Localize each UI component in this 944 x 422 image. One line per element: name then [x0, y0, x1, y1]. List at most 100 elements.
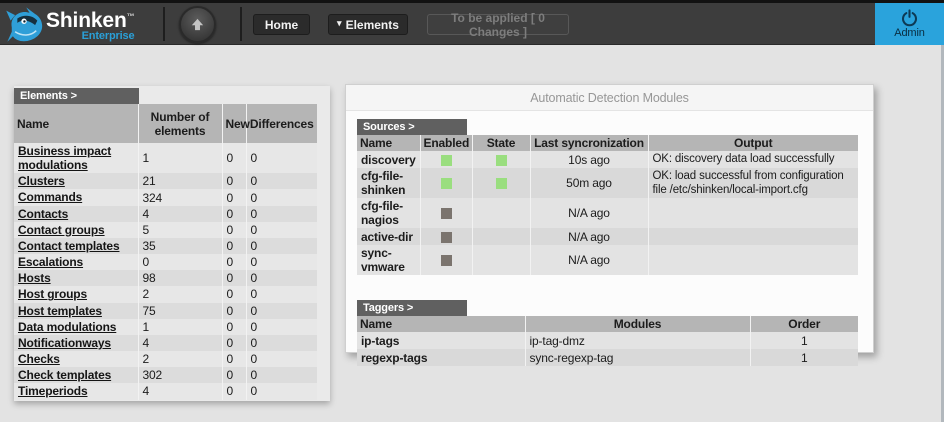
element-link[interactable]: Escalations: [18, 255, 83, 269]
element-link[interactable]: Contact templates: [18, 239, 119, 253]
element-count-cell: 4: [138, 206, 222, 222]
element-count-cell: 302: [138, 367, 222, 383]
power-icon: [900, 9, 919, 27]
element-diff-cell: 0: [246, 254, 317, 270]
scroll-top-button[interactable]: [179, 6, 216, 43]
arrow-up-icon: [189, 16, 206, 33]
element-link[interactable]: Checks: [18, 352, 60, 366]
element-row: Check templates30200: [14, 367, 317, 383]
trademark-symbol: ™: [127, 12, 135, 21]
element-diff-cell: 0: [246, 173, 317, 189]
col-modules: Modules: [525, 316, 750, 332]
element-name-cell: Data modulations: [14, 319, 138, 335]
col-number-of-elements: Number of elements: [138, 104, 222, 143]
element-name-cell: Contact groups: [14, 222, 138, 238]
source-state-cell: [472, 198, 530, 228]
element-link[interactable]: Check templates: [18, 368, 111, 382]
elements-panel-tab[interactable]: Elements >: [14, 88, 139, 104]
element-link[interactable]: Business impact modulations: [18, 144, 111, 172]
source-name-cell: sync-vmware: [357, 245, 420, 275]
source-state-cell: [472, 151, 530, 168]
tagger-order-cell: 1: [750, 332, 858, 349]
element-link[interactable]: Contacts: [18, 207, 68, 221]
element-diff-cell: 0: [246, 367, 317, 383]
logo-text: Shinken™ Enterprise: [46, 6, 135, 42]
status-enabled-icon: [496, 178, 507, 189]
chevron-down-icon: ▾: [337, 18, 342, 29]
element-row: Host groups200: [14, 286, 317, 302]
element-count-cell: 0: [138, 254, 222, 270]
source-output-cell: [648, 245, 858, 275]
element-count-cell: 5: [138, 222, 222, 238]
topbar-divider: [240, 7, 242, 41]
element-diff-cell: 0: [246, 189, 317, 205]
element-count-cell: 4: [138, 335, 222, 351]
taggers-table: Name Modules Order ip-tagsip-tag-dmz1reg…: [357, 316, 858, 366]
element-name-cell: Notificationways: [14, 335, 138, 351]
element-link[interactable]: Hosts: [18, 271, 51, 285]
element-name-cell: Business impact modulations: [14, 143, 138, 173]
sources-tab[interactable]: Sources >: [357, 119, 467, 135]
element-row: Data modulations100: [14, 319, 317, 335]
element-link[interactable]: Notificationways: [18, 336, 111, 350]
element-link[interactable]: Timeperiods: [18, 384, 87, 398]
source-output-cell: OK: load successful from configuration f…: [648, 168, 858, 198]
element-new-cell: 0: [222, 351, 246, 367]
element-new-cell: 0: [222, 254, 246, 270]
element-name-cell: Contacts: [14, 206, 138, 222]
element-name-cell: Commands: [14, 189, 138, 205]
element-link[interactable]: Commands: [18, 190, 82, 204]
source-row: sync-vmwareN/A ago: [357, 245, 858, 275]
status-enabled-icon: [496, 155, 507, 166]
element-new-cell: 0: [222, 286, 246, 302]
tagger-name-cell: regexp-tags: [357, 349, 525, 366]
tagger-order-cell: 1: [750, 349, 858, 366]
col-order: Order: [750, 316, 858, 332]
element-link[interactable]: Host groups: [18, 287, 87, 301]
elements-summary-panel: Elements > Name Number of elements New D…: [14, 86, 330, 401]
element-row: Contacts400: [14, 206, 317, 222]
element-row: Business impact modulations100: [14, 143, 317, 173]
source-row: active-dir N/A ago: [357, 228, 858, 245]
admin-menu-button[interactable]: Admin: [875, 3, 944, 45]
status-disabled-icon: [441, 208, 452, 219]
source-last-sync-cell: 50m ago: [530, 168, 648, 198]
source-name-cell: discovery: [357, 151, 420, 168]
element-link[interactable]: Data modulations: [18, 320, 116, 334]
element-diff-cell: 0: [246, 335, 317, 351]
element-link[interactable]: Contact groups: [18, 223, 105, 237]
element-row: Clusters2100: [14, 173, 317, 189]
tagger-modules-cell: sync-regexp-tag: [525, 349, 750, 366]
source-state-cell: [472, 228, 530, 245]
element-name-cell: Check templates: [14, 367, 138, 383]
tagger-modules-cell: ip-tag-dmz: [525, 332, 750, 349]
tagger-name-cell: ip-tags: [357, 332, 525, 349]
source-output-cell: [648, 198, 858, 228]
col-new: New: [222, 104, 246, 143]
source-enabled-cell: [420, 198, 472, 228]
element-diff-cell: 0: [246, 383, 317, 399]
source-last-sync-cell: 10s ago: [530, 151, 648, 168]
col-last-syncronization: Last syncronization: [530, 135, 648, 151]
elements-table-header: Name Number of elements New Differences: [14, 104, 317, 143]
element-count-cell: 75: [138, 303, 222, 319]
elements-menu-label: Elements: [346, 18, 399, 32]
element-link[interactable]: Host templates: [18, 304, 102, 318]
element-row: Host templates7500: [14, 303, 317, 319]
source-name-cell: active-dir: [357, 228, 420, 245]
source-last-sync-cell: N/A ago: [530, 198, 648, 228]
taggers-tab[interactable]: Taggers >: [357, 300, 467, 316]
elements-menu-button[interactable]: ▾ Elements: [328, 14, 408, 35]
source-enabled-cell: [420, 168, 472, 198]
home-button[interactable]: Home: [253, 14, 310, 35]
source-row: cfg-file-shinken50m agoOK: load successf…: [357, 168, 858, 198]
pending-changes-button[interactable]: To be applied [ 0 Changes ]: [427, 14, 569, 35]
element-row: Checks200: [14, 351, 317, 367]
element-diff-cell: 0: [246, 270, 317, 286]
element-new-cell: 0: [222, 222, 246, 238]
element-new-cell: 0: [222, 189, 246, 205]
element-link[interactable]: Clusters: [18, 174, 65, 188]
source-last-sync-cell: N/A ago: [530, 228, 648, 245]
status-enabled-icon: [441, 155, 452, 166]
tagger-row: regexp-tagssync-regexp-tag1: [357, 349, 858, 366]
